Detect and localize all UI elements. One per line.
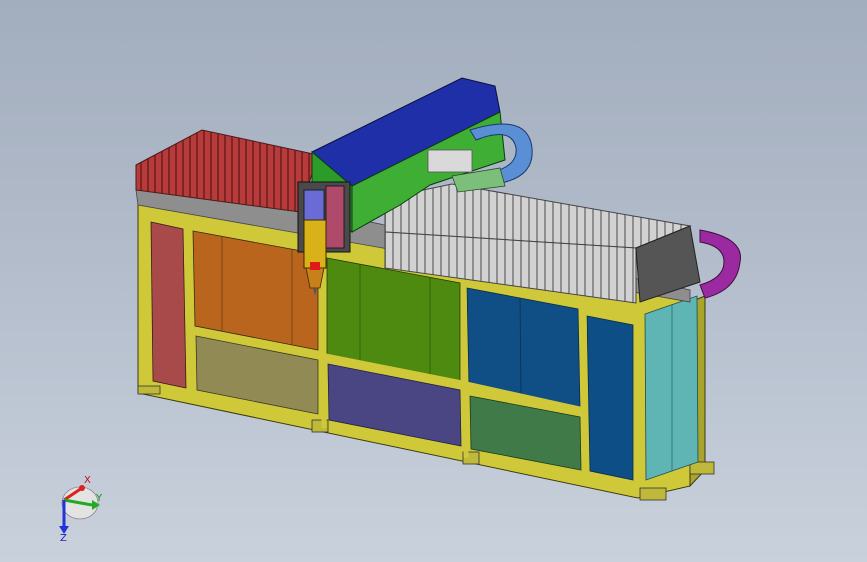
panel-pink xyxy=(150,221,187,389)
panel-cyan xyxy=(644,295,699,481)
panel-navy xyxy=(586,315,634,481)
x-axis-label: X xyxy=(84,475,91,486)
coordinate-triad-icon: X Y Z xyxy=(59,475,103,544)
cad-viewport[interactable]: X Y Z xyxy=(0,0,867,562)
z-axis-label: Z xyxy=(60,533,67,544)
machine-model: X Y Z xyxy=(59,77,741,544)
purple-cable-chain xyxy=(699,229,741,299)
y-axis-label: Y xyxy=(95,493,103,504)
